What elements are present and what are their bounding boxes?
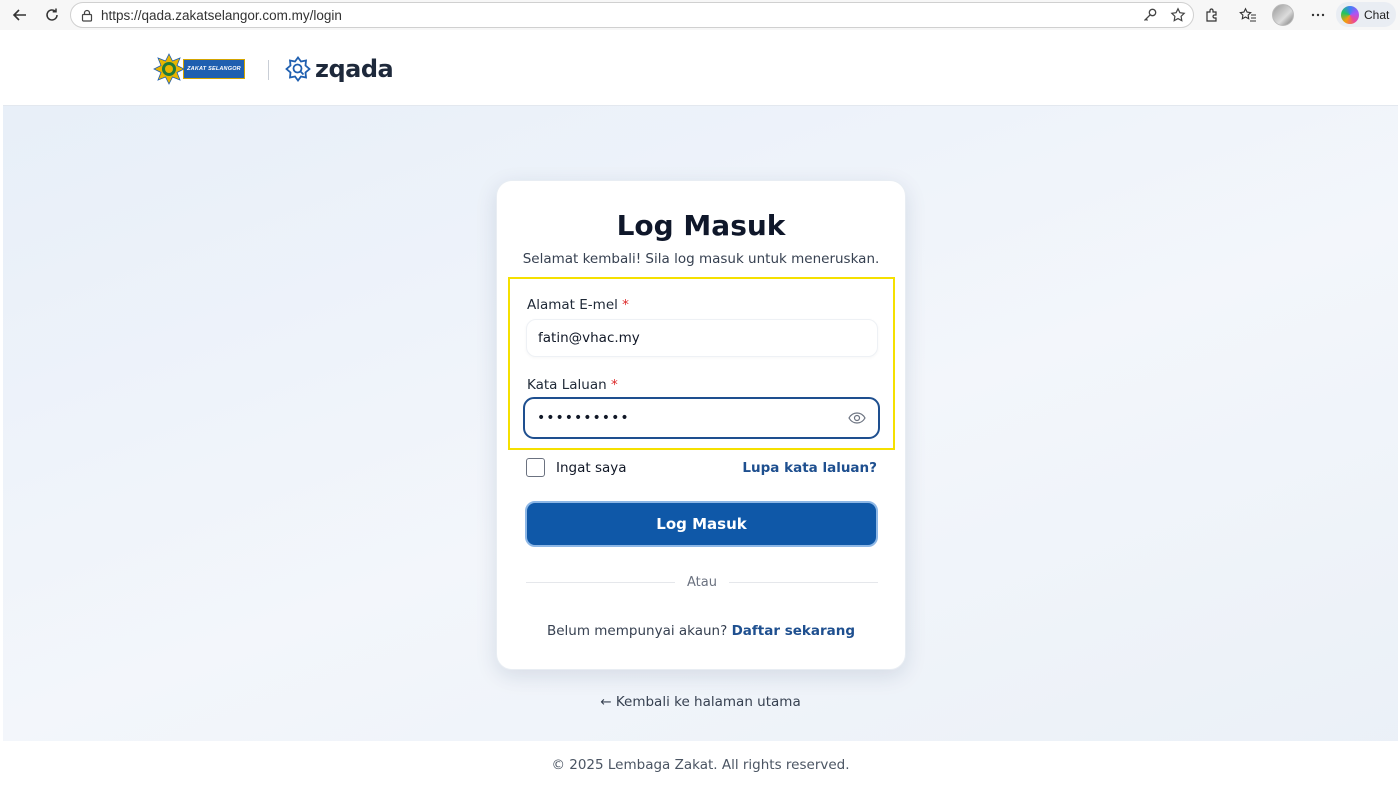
remember-checkbox[interactable]: [526, 458, 545, 477]
address-bar[interactable]: https://qada.zakatselangor.com.my/login: [70, 2, 1194, 28]
key-icon[interactable]: [1141, 6, 1159, 24]
password-label: Kata Laluan *: [527, 377, 618, 393]
footer: © 2025 Lembaga Zakat. All rights reserve…: [3, 741, 1398, 789]
signup-link[interactable]: Daftar sekarang: [732, 623, 855, 639]
login-button[interactable]: Log Masuk: [525, 501, 878, 547]
divider-line: [728, 582, 878, 583]
url-text[interactable]: https://qada.zakatselangor.com.my/login: [101, 8, 342, 23]
eye-icon[interactable]: [848, 410, 866, 426]
email-field[interactable]: fatin@vhac.my: [526, 319, 878, 357]
divider-text: Atau: [687, 575, 717, 590]
reload-icon[interactable]: [40, 3, 64, 27]
lock-icon[interactable]: [79, 7, 95, 23]
or-divider: Atau: [526, 575, 878, 590]
remember-label[interactable]: Ingat saya: [556, 460, 627, 476]
forgot-password-link[interactable]: Lupa kata laluan?: [742, 460, 877, 476]
zakat-emblem-icon: [153, 53, 185, 85]
email-label: Alamat E-mel *: [527, 297, 629, 313]
logo-divider: [268, 60, 269, 80]
required-marker: *: [622, 297, 629, 313]
browser-toolbar: https://qada.zakatselangor.com.my/login …: [0, 0, 1400, 30]
email-value: fatin@vhac.my: [538, 330, 640, 346]
brand-banner-text: ZAKAT SELANGOR: [187, 66, 241, 72]
page-subtitle: Selamat kembali! Sila log masuk untuk me…: [522, 251, 880, 267]
chat-label: Chat: [1364, 7, 1390, 22]
extensions-icon[interactable]: [1200, 3, 1224, 27]
favorites-icon[interactable]: [1236, 3, 1260, 27]
divider-line: [526, 582, 676, 583]
back-arrow-icon[interactable]: [8, 3, 32, 27]
zakat-banner: ZAKAT SELANGOR: [183, 59, 245, 79]
copilot-icon: [1341, 5, 1359, 24]
footer-copyright: © 2025 Lembaga Zakat. All rights reserve…: [551, 757, 850, 773]
login-card: Log Masuk Selamat kembali! Sila log masu…: [496, 180, 906, 670]
star-icon[interactable]: [1169, 6, 1187, 24]
app-name: zqada: [315, 55, 394, 83]
page-title: Log Masuk: [616, 209, 786, 242]
signup-row: Belum mempunyai akaun? Daftar sekarang: [497, 623, 905, 639]
password-label-text: Kata Laluan: [527, 377, 607, 393]
back-to-home-link[interactable]: ← Kembali ke halaman utama: [3, 694, 1398, 710]
zakat-selangor-logo[interactable]: ZAKAT SELANGOR: [153, 53, 245, 85]
email-label-text: Alamat E-mel: [527, 297, 618, 313]
signup-prompt: Belum mempunyai akaun?: [546, 623, 728, 639]
site-header: ZAKAT SELANGOR zqada: [3, 32, 1398, 106]
profile-avatar[interactable]: [1272, 4, 1294, 26]
required-marker: *: [610, 377, 618, 393]
zqada-logo[interactable]: zqada: [285, 55, 394, 83]
zqada-emblem-icon: [285, 56, 311, 82]
remember-me: Ingat saya: [526, 458, 627, 477]
page-content: ZAKAT SELANGOR zqada Log Masuk Selamat k…: [3, 32, 1398, 789]
copilot-chat-button[interactable]: Chat: [1336, 2, 1396, 27]
more-options-icon[interactable]: [1306, 3, 1330, 27]
password-field[interactable]: ••••••••••: [523, 397, 880, 439]
password-value: ••••••••••: [537, 410, 630, 426]
